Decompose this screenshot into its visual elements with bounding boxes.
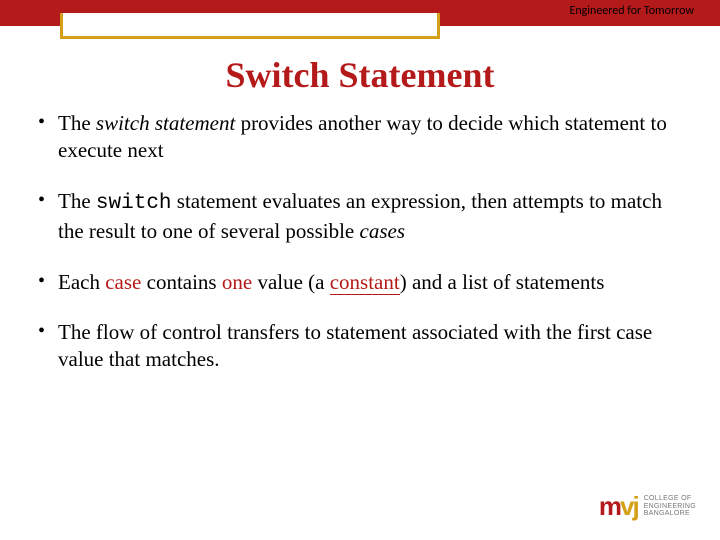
logo-line2: ENGINEERING bbox=[644, 503, 696, 511]
logo-line1: COLLEGE OF bbox=[644, 495, 696, 503]
text: The bbox=[58, 111, 96, 135]
bullet-3: Each case contains one value (a constant… bbox=[36, 269, 684, 296]
keyword-constant: constant bbox=[330, 270, 400, 295]
content-area: The switch statement provides another wa… bbox=[0, 96, 720, 373]
logo: mvj COLLEGE OF ENGINEERING BANGALORE bbox=[599, 491, 696, 522]
bullet-list: The switch statement provides another wa… bbox=[36, 110, 684, 373]
keyword-switch-statement: switch statement bbox=[96, 111, 235, 135]
keyword-one: one bbox=[222, 270, 252, 294]
logo-mark: mvj bbox=[599, 491, 638, 522]
logo-letter-m: m bbox=[599, 491, 620, 521]
keyword-case: case bbox=[105, 270, 141, 294]
tagline: Engineered for Tomorrow bbox=[569, 4, 694, 18]
keyword-cases: cases bbox=[360, 219, 406, 243]
slide: Engineered for Tomorrow Switch Statement… bbox=[0, 0, 720, 540]
bullet-1: The switch statement provides another wa… bbox=[36, 110, 684, 164]
title-notch bbox=[60, 13, 440, 39]
code-switch: switch bbox=[96, 192, 172, 215]
bullet-4: The flow of control transfers to stateme… bbox=[36, 319, 684, 373]
text: Each bbox=[58, 270, 105, 294]
bullet-2: The switch statement evaluates an expres… bbox=[36, 188, 684, 245]
text: The flow of control transfers to stateme… bbox=[58, 320, 652, 371]
logo-line3: BANGALORE bbox=[644, 510, 696, 518]
text: ) and a list of statements bbox=[400, 270, 605, 294]
text: contains bbox=[141, 270, 221, 294]
slide-title: Switch Statement bbox=[0, 54, 720, 96]
text: value (a bbox=[252, 270, 330, 294]
logo-letter-vj: vj bbox=[620, 491, 638, 521]
text: The bbox=[58, 189, 96, 213]
logo-text: COLLEGE OF ENGINEERING BANGALORE bbox=[644, 495, 696, 518]
